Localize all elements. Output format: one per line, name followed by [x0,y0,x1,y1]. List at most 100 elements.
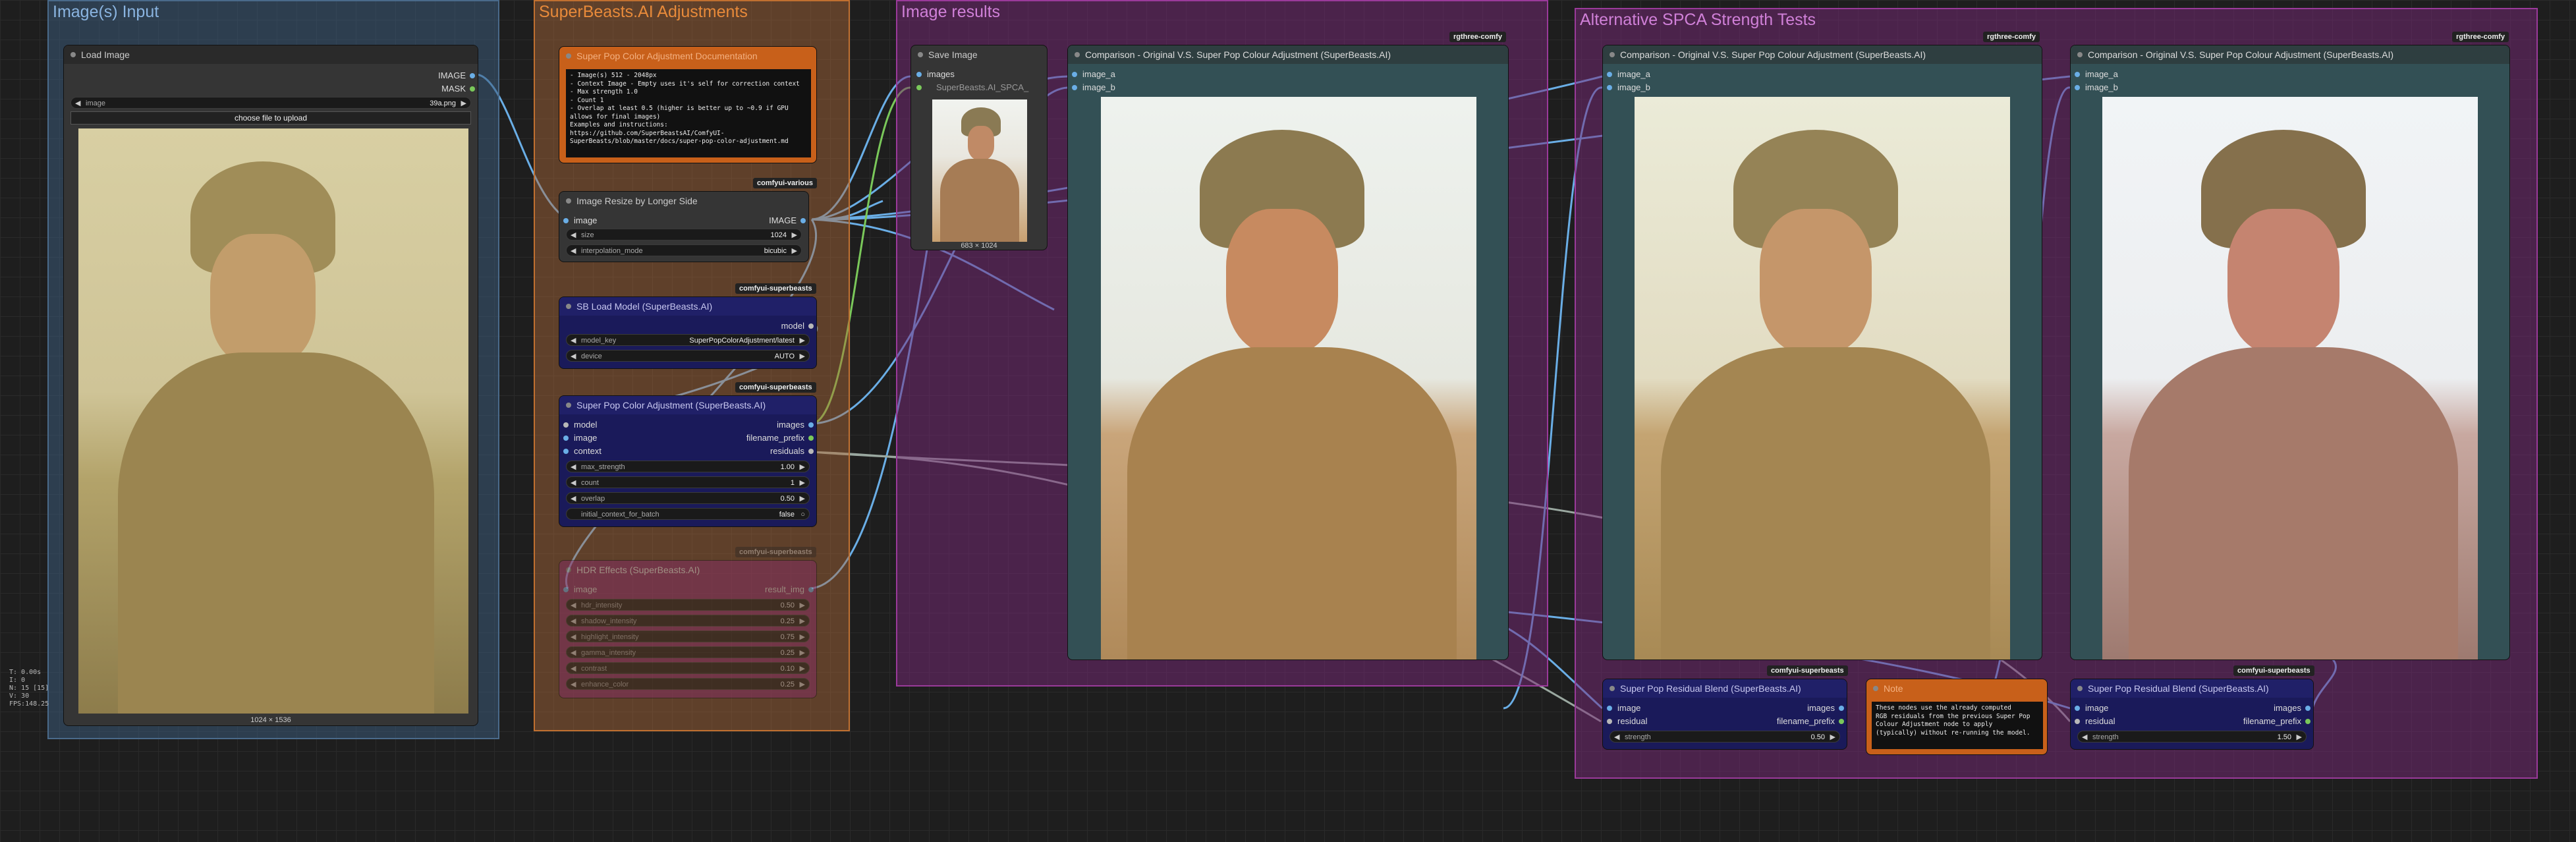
port-dot[interactable] [1607,85,1612,90]
collapse-icon[interactable] [566,567,571,573]
save-image-node[interactable]: Save Image images SuperBeasts.AI_SPCA_ 6… [910,45,1048,250]
note-node[interactable]: Note These nodes use the already compute… [1866,679,2048,755]
port-dot[interactable] [808,449,814,454]
left-arrow-icon[interactable]: ◀ [571,351,576,362]
load-model-node[interactable]: SB Load Model (SuperBeasts.AI) model ◀ mo… [559,296,817,369]
port-dot[interactable] [808,323,814,329]
documentation-note-node[interactable]: Super Pop Color Adjustment Documentation… [559,46,817,163]
right-arrow-icon[interactable]: ▶ [792,245,797,257]
port-dot[interactable] [1839,719,1844,724]
comparison-node[interactable]: Comparison - Original V.S. Super Pop Col… [1602,45,2042,660]
input-image[interactable]: image [2075,703,2108,714]
input-image-a[interactable]: image_a [1072,69,1115,80]
port-dot[interactable] [808,422,814,428]
bypassed-node[interactable]: HDR Effects (SuperBeasts.AI) image resul… [559,560,817,698]
right-arrow-icon[interactable]: ▶ [800,477,805,489]
bypassed-widget[interactable]: ◀ shadow_intensity 0.25 ▶ [566,615,810,627]
initial-context-toggle[interactable]: initial_context_for_batch false ○ [566,508,810,520]
port-dot[interactable] [2075,72,2080,77]
image-selector[interactable]: ◀ image 39a.png ▶ [70,97,471,109]
right-arrow-icon[interactable]: ▶ [800,351,805,362]
port-dot[interactable] [563,587,569,592]
model-key-widget[interactable]: ◀ model_key SuperPopColorAdjustment/latest… [566,334,810,346]
right-arrow-icon[interactable]: ▶ [792,229,797,241]
input-residual[interactable]: residual [1607,716,1648,727]
port-dot[interactable] [470,73,475,78]
node-title[interactable]: Image Resize by Longer Side [559,192,808,210]
upload-button[interactable]: choose file to upload [70,111,471,125]
output-filename-prefix[interactable]: filename_prefix [1777,716,1844,727]
input-image-a[interactable]: image_a [2075,69,2118,80]
collapse-icon[interactable] [566,403,571,408]
port-dot[interactable] [563,422,569,428]
input-images[interactable]: images [916,69,955,80]
right-arrow-icon[interactable]: ▶ [800,493,805,505]
right-arrow-icon[interactable]: ▶ [1830,731,1835,743]
output-filename-prefix[interactable]: filename_prefix [746,433,814,443]
residual-blend-node[interactable]: Super Pop Residual Blend (SuperBeasts.AI… [1602,679,1847,750]
input-image-b[interactable]: image_b [1072,82,1115,93]
port-dot[interactable] [1607,719,1612,724]
node-title[interactable]: Comparison - Original V.S. Super Pop Col… [1603,45,2042,64]
port-dot[interactable] [1607,706,1612,711]
port-dot[interactable] [1072,85,1077,90]
node-title[interactable]: Super Pop Residual Blend (SuperBeasts.AI… [1603,679,1847,698]
input-image-b[interactable]: image_b [2075,82,2118,93]
port-dot[interactable] [2305,706,2310,711]
input-image[interactable]: image [1607,703,1640,714]
node-title[interactable]: HDR Effects (SuperBeasts.AI) [559,561,816,579]
collapse-icon[interactable] [2077,686,2083,691]
input-image-b[interactable]: image_b [1607,82,1650,93]
port-dot[interactable] [916,72,922,77]
size-widget[interactable]: ◀ size 1024 ▶ [566,229,802,240]
output-images[interactable]: images [1807,703,1844,714]
port-dot[interactable] [1607,72,1612,77]
right-arrow-icon[interactable]: ▶ [461,98,466,109]
filename-prefix-input[interactable]: SuperBeasts.AI_SPCA_ [916,82,1028,93]
port-dot[interactable] [563,218,569,223]
collapse-icon[interactable] [1610,52,1615,57]
bypassed-widget[interactable]: ◀ gamma_intensity 0.25 ▶ [566,646,810,658]
collapse-icon[interactable] [70,52,76,57]
port-dot[interactable] [2075,706,2080,711]
port-dot[interactable] [800,218,806,223]
load-image-node[interactable]: Load Image IMAGE MASK ◀ image 39a.png ▶ cho… [63,45,478,726]
input-image-a[interactable]: image_a [1607,69,1650,80]
left-arrow-icon[interactable]: ◀ [75,98,80,109]
node-title[interactable]: Load Image [64,45,478,64]
left-arrow-icon[interactable]: ◀ [2082,731,2087,743]
max-strength-widget[interactable]: ◀ max_strength 1.00 ▶ [566,461,810,472]
input-context[interactable]: context [563,446,602,457]
collapse-icon[interactable] [1610,686,1615,691]
node-title[interactable]: Super Pop Color Adjustment (SuperBeasts.… [559,396,816,414]
left-arrow-icon[interactable]: ◀ [571,461,576,473]
port-dot[interactable] [2075,85,2080,90]
output-image[interactable]: IMAGE [769,215,806,226]
input-image[interactable]: image [563,584,597,595]
image-resize-node[interactable]: Image Resize by Longer Side image IMAGE … [559,191,809,262]
right-arrow-icon[interactable]: ▶ [2297,731,2302,743]
port-dot[interactable] [2075,719,2080,724]
right-arrow-icon[interactable]: ▶ [800,461,805,473]
port-dot[interactable] [470,86,475,92]
left-arrow-icon[interactable]: ◀ [571,229,576,241]
left-arrow-icon[interactable]: ◀ [571,493,576,505]
strength-widget[interactable]: ◀ strength 0.50 ▶ [1610,731,1840,743]
output-images[interactable]: images [777,420,814,430]
port-dot[interactable] [916,85,922,90]
input-image[interactable]: image [563,215,597,226]
super-pop-color-adjustment-node[interactable]: Super Pop Color Adjustment (SuperBeasts.… [559,395,817,527]
collapse-icon[interactable] [566,304,571,309]
collapse-icon[interactable] [566,198,571,204]
device-widget[interactable]: ◀ device AUTO ▶ [566,350,810,362]
output-image[interactable]: IMAGE [438,70,475,81]
input-residual[interactable]: residual [2075,716,2115,727]
port-dot[interactable] [1839,706,1844,711]
note-text[interactable]: These nodes use the already computed RGB… [1872,702,2043,749]
port-dot[interactable] [563,449,569,454]
comparison-image[interactable] [1635,97,2010,660]
bypassed-widget[interactable]: ◀ hdr_intensity 0.50 ▶ [566,599,810,611]
left-arrow-icon[interactable]: ◀ [571,335,576,347]
overlap-widget[interactable]: ◀ overlap 0.50 ▶ [566,492,810,504]
node-title[interactable]: Comparison - Original V.S. Super Pop Col… [1068,45,1508,64]
